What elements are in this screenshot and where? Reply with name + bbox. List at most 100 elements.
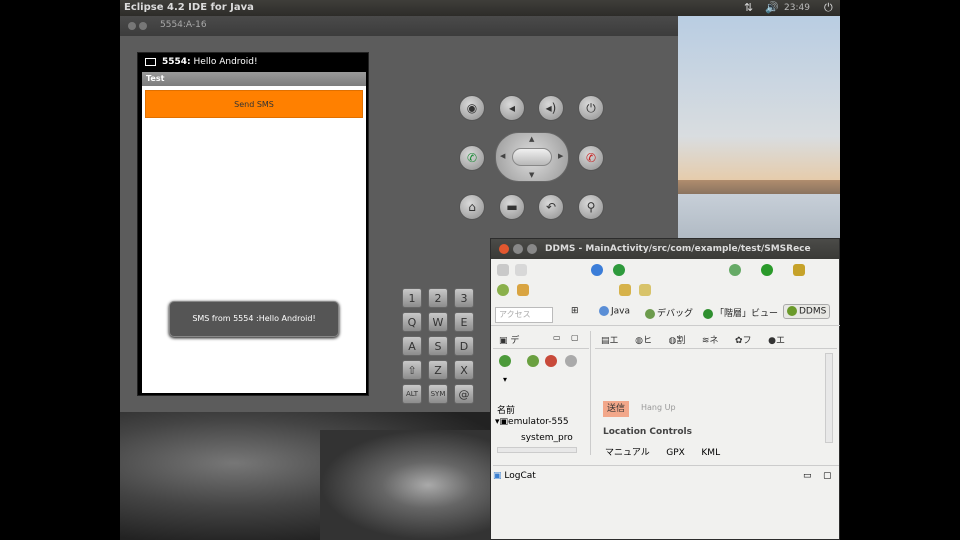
- search-icon[interactable]: [639, 284, 651, 296]
- end-call-button[interactable]: ✆: [578, 145, 604, 171]
- perspective-ddms[interactable]: DDMS: [783, 304, 831, 319]
- maximize-view-icon[interactable]: ▢: [571, 333, 579, 342]
- minimize-view-icon[interactable]: ▭: [803, 466, 812, 486]
- volume-down-button[interactable]: ◂: [499, 95, 525, 121]
- key[interactable]: 1: [402, 288, 422, 308]
- run-icon[interactable]: [613, 264, 625, 276]
- key[interactable]: E: [454, 312, 474, 332]
- horizontal-scrollbar[interactable]: [497, 447, 577, 453]
- search-button[interactable]: ⚲: [578, 194, 604, 220]
- key[interactable]: 3: [454, 288, 474, 308]
- volume-up-button[interactable]: ◂): [538, 95, 564, 121]
- hang-up-button[interactable]: Hang Up: [641, 403, 676, 412]
- power-button[interactable]: ⏻: [578, 95, 604, 121]
- perspective-hierarchy[interactable]: 「階層」ビュー: [703, 306, 778, 319]
- tab-emulator-control[interactable]: ●エ: [762, 331, 791, 348]
- dpad-center-button[interactable]: [512, 148, 552, 166]
- dump-hprof-icon[interactable]: [545, 355, 557, 367]
- debug-process-icon[interactable]: [499, 355, 511, 367]
- sym-key[interactable]: SYM: [428, 384, 448, 404]
- secondary-toolbar: [493, 281, 837, 299]
- call-button[interactable]: ✆: [459, 145, 485, 171]
- key[interactable]: A: [402, 336, 422, 356]
- alt-key[interactable]: ALT: [402, 384, 422, 404]
- perspective-java[interactable]: Java: [599, 306, 630, 317]
- wallpaper-horizon: [678, 180, 840, 194]
- ddms-window: DDMS - MainActivity/src/com/example/test…: [490, 238, 840, 540]
- new-icon[interactable]: [497, 264, 509, 276]
- dpad-up-icon[interactable]: ▲: [529, 135, 534, 143]
- process-row[interactable]: system_pro: [521, 433, 573, 443]
- tab-kml[interactable]: KML: [695, 446, 726, 460]
- dpad-left-icon[interactable]: ◀: [500, 152, 505, 160]
- update-heap-icon[interactable]: [527, 355, 539, 367]
- devices-tab-bar: ▣ デ ▭ ▢: [493, 331, 589, 349]
- gc-icon[interactable]: [565, 355, 577, 367]
- device-row[interactable]: ▾▣emulator-555: [495, 417, 569, 427]
- tab-explorer[interactable]: ▤エ: [595, 331, 625, 348]
- dpad-down-icon[interactable]: ▼: [529, 171, 534, 179]
- save-icon[interactable]: [515, 264, 527, 276]
- hierarchy-icon: [703, 308, 713, 319]
- name-column-header[interactable]: 名前: [497, 403, 515, 416]
- phone-screen: 5554: Hello Android! Test Send SMS SMS f…: [137, 52, 369, 396]
- pencil-icon[interactable]: [517, 284, 529, 296]
- logcat-tab[interactable]: ▣ LogCat: [493, 471, 536, 481]
- quick-access-input[interactable]: アクセス: [495, 307, 553, 323]
- volume-down-icon: ◂: [508, 101, 516, 115]
- open-perspective-icon[interactable]: ⊞: [571, 306, 579, 316]
- key[interactable]: @: [454, 384, 474, 404]
- tab-allocation[interactable]: ◍割: [663, 331, 692, 348]
- key[interactable]: S: [428, 336, 448, 356]
- close-button[interactable]: [499, 244, 509, 254]
- debug-icon[interactable]: [729, 264, 741, 276]
- key[interactable]: Z: [428, 360, 448, 380]
- clock[interactable]: 23:49: [784, 0, 810, 16]
- search-icon: ⚲: [586, 200, 596, 214]
- dpad-right-icon[interactable]: ▶: [558, 152, 563, 160]
- android-sdk-icon[interactable]: [497, 284, 509, 296]
- view-menu-icon[interactable]: ▾: [503, 375, 507, 384]
- vertical-scrollbar[interactable]: [825, 353, 833, 443]
- tab-gpx[interactable]: GPX: [660, 446, 691, 460]
- tab-label: ヒ: [642, 336, 652, 346]
- perspective-debug[interactable]: デバッグ: [645, 306, 693, 319]
- device-label: emulator-555: [508, 417, 569, 427]
- folder-icon[interactable]: [619, 284, 631, 296]
- back-button[interactable]: ↶: [538, 194, 564, 220]
- menu-button[interactable]: ▬: [499, 194, 525, 220]
- maximize-view-icon[interactable]: ▢: [823, 466, 832, 486]
- view-tab-bar: ▤エ ◍ヒ ◍割 ≋ネ ✿フ ●エ: [595, 331, 837, 349]
- minimize-button[interactable]: [139, 22, 147, 30]
- external-tools-icon[interactable]: [793, 264, 805, 276]
- play-icon[interactable]: [761, 264, 773, 276]
- logcat-label: LogCat: [504, 471, 536, 481]
- key[interactable]: D: [454, 336, 474, 356]
- dpad[interactable]: ▲ ▼ ◀ ▶: [495, 132, 569, 182]
- close-button[interactable]: [128, 22, 136, 30]
- send-button[interactable]: 送信: [603, 401, 629, 417]
- key[interactable]: Q: [402, 312, 422, 332]
- key[interactable]: X: [454, 360, 474, 380]
- minimize-view-icon[interactable]: ▭: [553, 333, 561, 342]
- shift-key[interactable]: ⇧: [402, 360, 422, 380]
- network-icon[interactable]: ⇅: [744, 0, 753, 16]
- key[interactable]: W: [428, 312, 448, 332]
- power-icon[interactable]: ⏻: [824, 0, 833, 16]
- tab-network[interactable]: ≋ネ: [696, 331, 725, 348]
- home-button[interactable]: ⌂: [459, 194, 485, 220]
- info-icon[interactable]: [591, 264, 603, 276]
- volume-icon[interactable]: 🔊: [765, 0, 779, 16]
- heap-icon: ◍: [635, 336, 643, 346]
- tab-file[interactable]: ✿フ: [729, 331, 758, 348]
- tab-heap[interactable]: ◍ヒ: [629, 331, 658, 348]
- camera-button[interactable]: ◉: [459, 95, 485, 121]
- tab-manual[interactable]: マニュアル: [599, 443, 656, 460]
- minimize-button[interactable]: [513, 244, 523, 254]
- key[interactable]: 2: [428, 288, 448, 308]
- devices-tab[interactable]: ▣ デ: [493, 331, 525, 348]
- android-icon: [787, 306, 797, 316]
- send-sms-button[interactable]: Send SMS: [145, 90, 363, 118]
- status-sender: 5554:: [162, 57, 191, 67]
- maximize-button[interactable]: [527, 244, 537, 254]
